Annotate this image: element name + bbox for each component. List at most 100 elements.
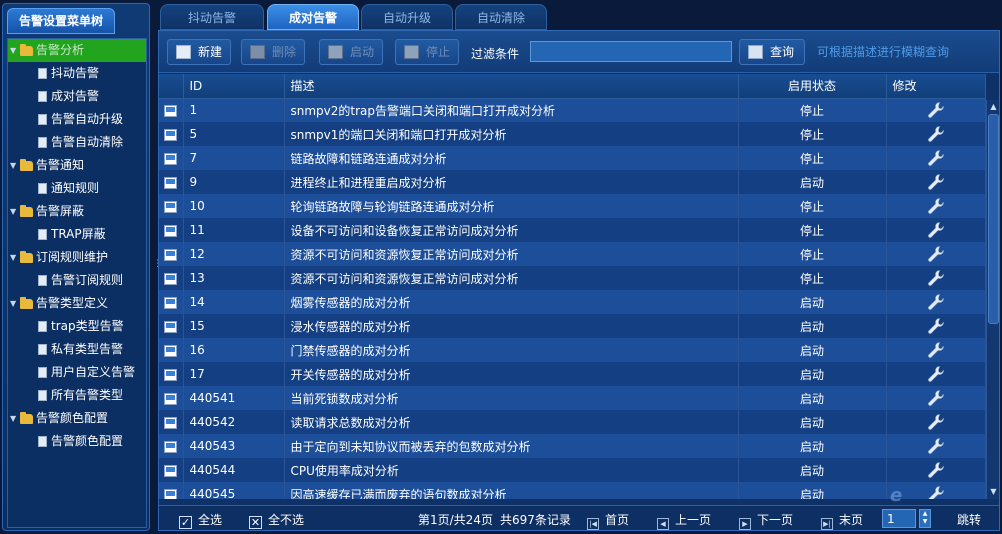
table-row[interactable]: 16 门禁传感器的成对分析 启动 [159, 338, 986, 362]
wrench-edit-icon[interactable] [927, 149, 945, 167]
tree-leaf-item[interactable]: 私有类型告警 [8, 338, 146, 361]
wrench-edit-icon[interactable] [927, 389, 945, 407]
table-row[interactable]: 13 资源不可访问和资源恢复正常访问成对分析 停止 [159, 266, 986, 290]
tree-leaf-item[interactable]: 成对告警 [8, 85, 146, 108]
filter-input[interactable] [530, 41, 732, 62]
next-page-button[interactable]: ▶ 下一页 [739, 511, 793, 530]
wrench-edit-icon[interactable] [927, 437, 945, 455]
stop-button[interactable]: 停止 [395, 39, 459, 65]
column-header-status[interactable]: 启用状态 [738, 74, 887, 99]
menu-tree-tab[interactable]: 告警设置菜单树 [7, 8, 115, 34]
tree-leaf-item[interactable]: 告警自动清除 [8, 131, 146, 154]
expand-triangle-icon[interactable]: ▼ [10, 246, 20, 269]
tab-jitter-alarm[interactable]: 抖动告警 [160, 4, 264, 30]
row-checkbox[interactable] [164, 176, 178, 189]
tree-leaf-item[interactable]: 所有告警类型 [8, 384, 146, 407]
tree-leaf-item[interactable]: 告警自动升级 [8, 108, 146, 131]
table-row[interactable]: 11 设备不可访问和设备恢复正常访问成对分析 停止 [159, 218, 986, 242]
row-checkbox[interactable] [164, 296, 178, 309]
row-checkbox[interactable] [164, 224, 178, 237]
delete-button[interactable]: 删除 [241, 39, 305, 65]
wrench-edit-icon[interactable] [927, 173, 945, 191]
table-row[interactable]: 440545 因高速缓存已满而废弃的语句数成对分析 启动 [159, 482, 986, 499]
table-row[interactable]: 17 开关传感器的成对分析 启动 [159, 362, 986, 386]
expand-triangle-icon[interactable]: ▼ [10, 154, 20, 177]
row-checkbox[interactable] [164, 440, 178, 453]
wrench-edit-icon[interactable] [927, 197, 945, 215]
start-button[interactable]: 启动 [319, 39, 383, 65]
row-checkbox[interactable] [164, 464, 178, 477]
table-row[interactable]: 440541 当前死锁数成对分析 启动 [159, 386, 986, 410]
wrench-edit-icon[interactable] [927, 101, 945, 119]
tree-group-item[interactable]: ▼ 告警分析 [8, 39, 146, 62]
expand-triangle-icon[interactable]: ▼ [10, 292, 20, 315]
row-checkbox[interactable] [164, 416, 178, 429]
table-row[interactable]: 9 进程终止和进程重启成对分析 启动 [159, 170, 986, 194]
scroll-down-arrow-icon[interactable]: ▼ [988, 487, 999, 497]
row-checkbox[interactable] [164, 200, 178, 213]
last-page-button[interactable]: ▶| 末页 [821, 511, 863, 530]
tree-leaf-item[interactable]: 告警颜色配置 [8, 430, 146, 453]
table-row[interactable]: 7 链路故障和链路连通成对分析 停止 [159, 146, 986, 170]
tree-leaf-item[interactable]: trap类型告警 [8, 315, 146, 338]
tree-group-item[interactable]: ▼ 告警通知 [8, 154, 146, 177]
table-row[interactable]: 440542 读取请求总数成对分析 启动 [159, 410, 986, 434]
tree-group-item[interactable]: ▼ 告警屏蔽 [8, 200, 146, 223]
column-header-description[interactable]: 描述 [284, 74, 739, 99]
tree-leaf-item[interactable]: 通知规则 [8, 177, 146, 200]
row-checkbox[interactable] [164, 272, 178, 285]
select-all-button[interactable]: ✓ 全选 [179, 511, 222, 529]
expand-triangle-icon[interactable]: ▼ [10, 39, 20, 62]
tree-leaf-item[interactable]: 用户自定义告警 [8, 361, 146, 384]
row-checkbox[interactable] [164, 392, 178, 405]
wrench-edit-icon[interactable] [927, 461, 945, 479]
tree-leaf-item[interactable]: TRAP屏蔽 [8, 223, 146, 246]
table-row[interactable]: 440544 CPU使用率成对分析 启动 [159, 458, 986, 482]
tab-auto-clear[interactable]: 自动清除 [455, 4, 547, 30]
wrench-edit-icon[interactable] [927, 125, 945, 143]
new-button[interactable]: 新建 [167, 39, 231, 65]
row-checkbox[interactable] [164, 248, 178, 261]
query-button[interactable]: 查询 [739, 39, 805, 65]
wrench-edit-icon[interactable] [927, 269, 945, 287]
table-row[interactable]: 440543 由于定向到未知协议而被丢弃的包数成对分析 启动 [159, 434, 986, 458]
column-header-id[interactable]: ID [183, 74, 285, 99]
jump-button[interactable]: 跳转 [957, 511, 981, 528]
row-checkbox[interactable] [164, 128, 178, 141]
tab-paired-alarm[interactable]: 成对告警 [267, 4, 359, 30]
column-header-edit[interactable]: 修改 [886, 74, 986, 99]
row-checkbox[interactable] [164, 104, 178, 117]
tree-group-item[interactable]: ▼ 告警颜色配置 [8, 407, 146, 430]
tree-leaf-item[interactable]: 告警订阅规则 [8, 269, 146, 292]
table-scrollbar[interactable]: ▲ ▼ [986, 100, 999, 499]
table-row[interactable]: 12 资源不可访问和资源恢复正常访问成对分析 停止 [159, 242, 986, 266]
wrench-edit-icon[interactable] [927, 365, 945, 383]
row-checkbox[interactable] [164, 152, 178, 165]
table-row[interactable]: 5 snmpv1的端口关闭和端口打开成对分析 停止 [159, 122, 986, 146]
tab-auto-upgrade[interactable]: 自动升级 [361, 4, 453, 30]
wrench-edit-icon[interactable] [927, 413, 945, 431]
wrench-edit-icon[interactable] [927, 317, 945, 335]
expand-triangle-icon[interactable]: ▼ [10, 200, 20, 223]
select-none-button[interactable]: ✕ 全不选 [249, 511, 304, 529]
row-checkbox[interactable] [164, 488, 178, 499]
panel-splitter-handle[interactable]: ⋮ [153, 260, 162, 276]
tree-group-item[interactable]: ▼ 告警类型定义 [8, 292, 146, 315]
wrench-edit-icon[interactable] [927, 293, 945, 311]
tree-leaf-item[interactable]: 抖动告警 [8, 62, 146, 85]
scroll-thumb[interactable] [988, 114, 999, 324]
row-checkbox[interactable] [164, 368, 178, 381]
wrench-edit-icon[interactable] [927, 341, 945, 359]
table-row[interactable]: 14 烟雾传感器的成对分析 启动 [159, 290, 986, 314]
prev-page-button[interactable]: ◀ 上一页 [657, 511, 711, 530]
scroll-up-arrow-icon[interactable]: ▲ [988, 102, 999, 112]
row-checkbox[interactable] [164, 344, 178, 357]
wrench-edit-icon[interactable] [927, 221, 945, 239]
expand-triangle-icon[interactable]: ▼ [10, 407, 20, 430]
row-checkbox[interactable] [164, 320, 178, 333]
wrench-edit-icon[interactable] [927, 245, 945, 263]
first-page-button[interactable]: |◀ 首页 [587, 511, 629, 530]
tree-group-item[interactable]: ▼ 订阅规则维护 [8, 246, 146, 269]
table-row[interactable]: 10 轮询链路故障与轮询链路连通成对分析 停止 [159, 194, 986, 218]
table-row[interactable]: 15 浸水传感器的成对分析 启动 [159, 314, 986, 338]
